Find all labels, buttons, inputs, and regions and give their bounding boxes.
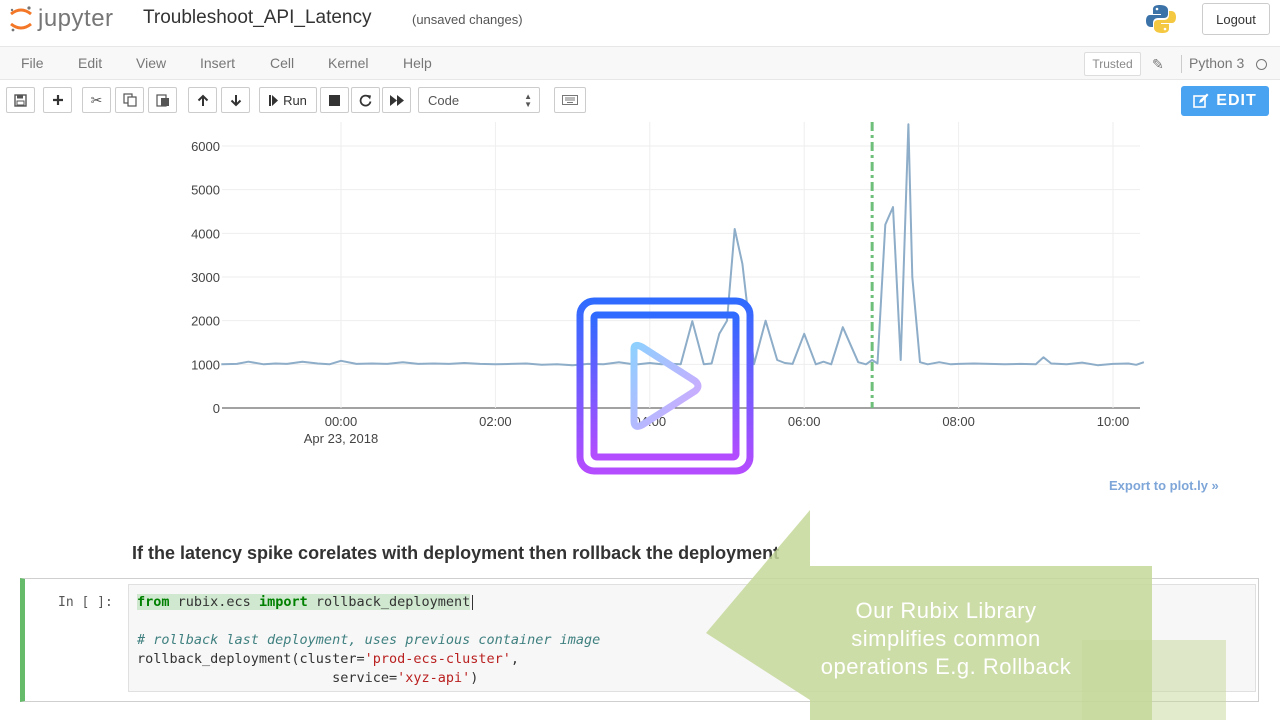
code-call: rollback_deployment(cluster=: [137, 651, 365, 667]
menubar: File Edit View Insert Cell Kernel Help T…: [0, 46, 1280, 80]
run-button[interactable]: Run: [259, 87, 317, 113]
export-to-plotly-link[interactable]: Export to plot.ly »: [1109, 478, 1219, 493]
paste-icon: [155, 94, 169, 107]
code-module: rubix.ecs: [177, 594, 251, 610]
y-tick-label: 3000: [191, 270, 220, 285]
code-keyword: import: [258, 594, 308, 610]
cell-type-value: Code: [428, 92, 460, 108]
notebook-toolbar: ✂ Run Code ▲ ▼ EDIT: [0, 82, 1280, 122]
x-tick-label: 08:00: [942, 414, 975, 429]
save-icon: [14, 93, 27, 107]
code-string: 'xyz-api': [397, 670, 471, 686]
play-button-overlay[interactable]: [576, 297, 754, 475]
y-tick-label: 2000: [191, 314, 220, 329]
plus-icon: [52, 95, 63, 105]
code-import-name: rollback_deployment: [315, 594, 471, 610]
arrow-up-icon: [197, 94, 208, 106]
move-down-button[interactable]: [221, 87, 250, 113]
keyboard-icon: [562, 95, 578, 105]
y-tick-label: 4000: [191, 226, 220, 241]
jupyter-logo-icon: [10, 6, 32, 32]
restart-kernel-button[interactable]: [351, 87, 380, 113]
play-icon: [630, 341, 702, 430]
menu-edit[interactable]: Edit: [78, 55, 102, 71]
x-tick-label: 00:00: [325, 414, 358, 429]
interrupt-kernel-button[interactable]: [320, 87, 349, 113]
run-icon: [269, 94, 279, 106]
python-logo-icon: [1146, 5, 1176, 33]
x-tick-label: 02:00: [479, 414, 512, 429]
menu-help[interactable]: Help: [403, 55, 432, 71]
logout-button[interactable]: Logout: [1202, 3, 1270, 35]
copy-icon: [122, 93, 137, 107]
code-kwarg: service=: [137, 670, 398, 686]
select-arrows-icon: ▲ ▼: [524, 92, 532, 109]
menu-kernel[interactable]: Kernel: [328, 55, 368, 71]
save-button[interactable]: [6, 87, 35, 113]
insert-cell-button[interactable]: [43, 87, 72, 113]
x-tick-label: 10:00: [1097, 414, 1130, 429]
cut-button[interactable]: ✂: [82, 87, 111, 113]
command-palette-button[interactable]: [554, 87, 586, 113]
arrow-down-icon: [230, 94, 241, 106]
run-button-label: Run: [283, 92, 307, 108]
save-status: (unsaved changes): [412, 12, 523, 27]
edit-button-label: EDIT: [1216, 92, 1257, 109]
edit-button[interactable]: EDIT: [1181, 86, 1269, 116]
paste-button[interactable]: [148, 87, 177, 113]
code-punct: ,: [510, 651, 520, 667]
kernel-idle-indicator-icon: [1256, 59, 1267, 70]
code-keyword: from: [137, 594, 170, 610]
restart-icon: [359, 94, 372, 106]
notebook-header: jupyter Troubleshoot_API_Latency (unsave…: [0, 0, 1280, 42]
menu-insert[interactable]: Insert: [200, 55, 235, 71]
y-tick-label: 0: [213, 401, 220, 416]
input-prompt: In [ ]:: [58, 595, 113, 610]
stop-icon: [329, 94, 340, 106]
text-cursor: [472, 594, 474, 610]
jupyter-logo-text: jupyter: [38, 5, 114, 32]
cut-icon: ✂: [90, 91, 103, 108]
edit-icon: [1193, 93, 1209, 108]
callout-text: Our Rubix Library simplifies common oper…: [820, 598, 1072, 679]
notebook-title[interactable]: Troubleshoot_API_Latency: [143, 7, 372, 29]
menu-view[interactable]: View: [136, 55, 166, 71]
copy-button[interactable]: [115, 87, 144, 113]
menu-file[interactable]: File: [21, 55, 44, 71]
cell-type-select[interactable]: Code ▲ ▼: [418, 87, 540, 113]
markdown-heading: If the latency spike corelates with depl…: [132, 543, 780, 563]
kernel-separator: [1181, 55, 1182, 73]
x-tick-label: 06:00: [788, 414, 821, 429]
jupyter-logo[interactable]: jupyter: [8, 4, 114, 34]
y-tick-label: 1000: [191, 357, 220, 372]
code-string: 'prod-ecs-cluster': [364, 651, 511, 667]
y-tick-label: 6000: [191, 139, 220, 154]
menu-cell[interactable]: Cell: [270, 55, 294, 71]
restart-run-all-button[interactable]: [382, 87, 411, 113]
code-punct: ): [470, 670, 479, 686]
kernel-name: Python 3: [1189, 55, 1245, 71]
trusted-badge[interactable]: Trusted: [1084, 52, 1141, 76]
move-up-button[interactable]: [188, 87, 217, 113]
code-comment: # rollback last deployment, uses previou…: [137, 632, 601, 648]
fast-forward-icon: [389, 94, 404, 106]
pencil-icon[interactable]: ✎: [1152, 56, 1164, 73]
x-date-label: Apr 23, 2018: [304, 431, 378, 446]
y-tick-label: 5000: [191, 183, 220, 198]
